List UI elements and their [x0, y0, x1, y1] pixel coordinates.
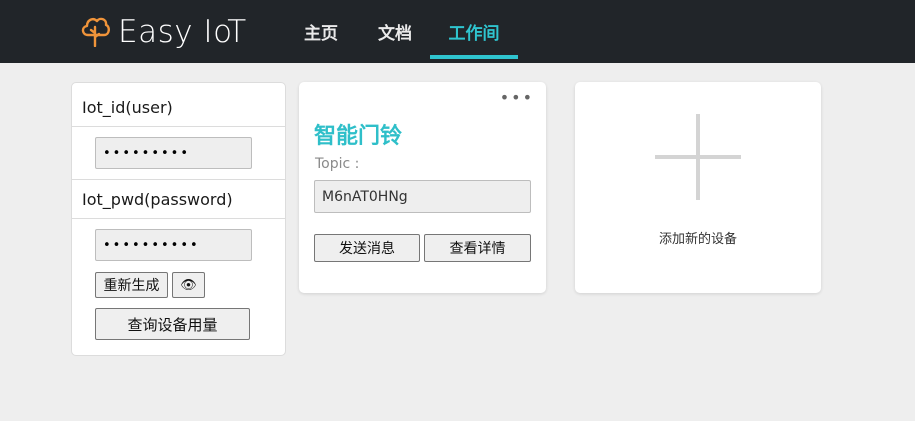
main-nav: 主页 文档 工作间 [282, 0, 518, 63]
query-usage-button[interactable]: 查询设备用量 [95, 308, 250, 340]
iot-id-field[interactable]: ••••••••• [95, 137, 252, 169]
divider [72, 179, 285, 180]
device-card: ••• 智能门铃 Topic : M6nAT0HNg 发送消息 查看详情 [299, 82, 546, 293]
send-message-button[interactable]: 发送消息 [314, 234, 420, 262]
more-options-icon[interactable]: ••• [500, 90, 534, 106]
regenerate-button[interactable]: 重新生成 [95, 272, 168, 298]
cloud-tree-logo-icon [80, 13, 110, 51]
topic-field[interactable]: M6nAT0HNg [314, 180, 531, 213]
add-device-card[interactable]: 添加新的设备 [575, 82, 821, 293]
nav-workspace[interactable]: 工作间 [430, 0, 518, 63]
eye-icon: 👁 [180, 277, 197, 293]
credentials-card: Iot_id(user) ••••••••• Iot_pwd(password)… [71, 82, 286, 356]
nav-home[interactable]: 主页 [282, 0, 360, 63]
divider [72, 218, 285, 219]
add-device-label: 添加新的设备 [658, 232, 737, 247]
iot-id-label: Iot_id(user) [82, 98, 173, 117]
top-navbar: Easy IoT 主页 文档 工作间 [0, 0, 915, 63]
brand-name: Easy IoT [118, 14, 247, 50]
iot-pwd-field[interactable]: •••••••••• [95, 229, 252, 261]
brand[interactable]: Easy IoT [80, 12, 247, 52]
nav-docs[interactable]: 文档 [360, 0, 430, 63]
plus-icon [655, 114, 741, 200]
divider [72, 126, 285, 127]
show-password-button[interactable]: 👁 [172, 272, 205, 298]
device-title: 智能门铃 [314, 124, 403, 149]
iot-pwd-label: Iot_pwd(password) [82, 190, 233, 209]
view-details-button[interactable]: 查看详情 [424, 234, 531, 262]
topic-label: Topic : [315, 156, 360, 172]
